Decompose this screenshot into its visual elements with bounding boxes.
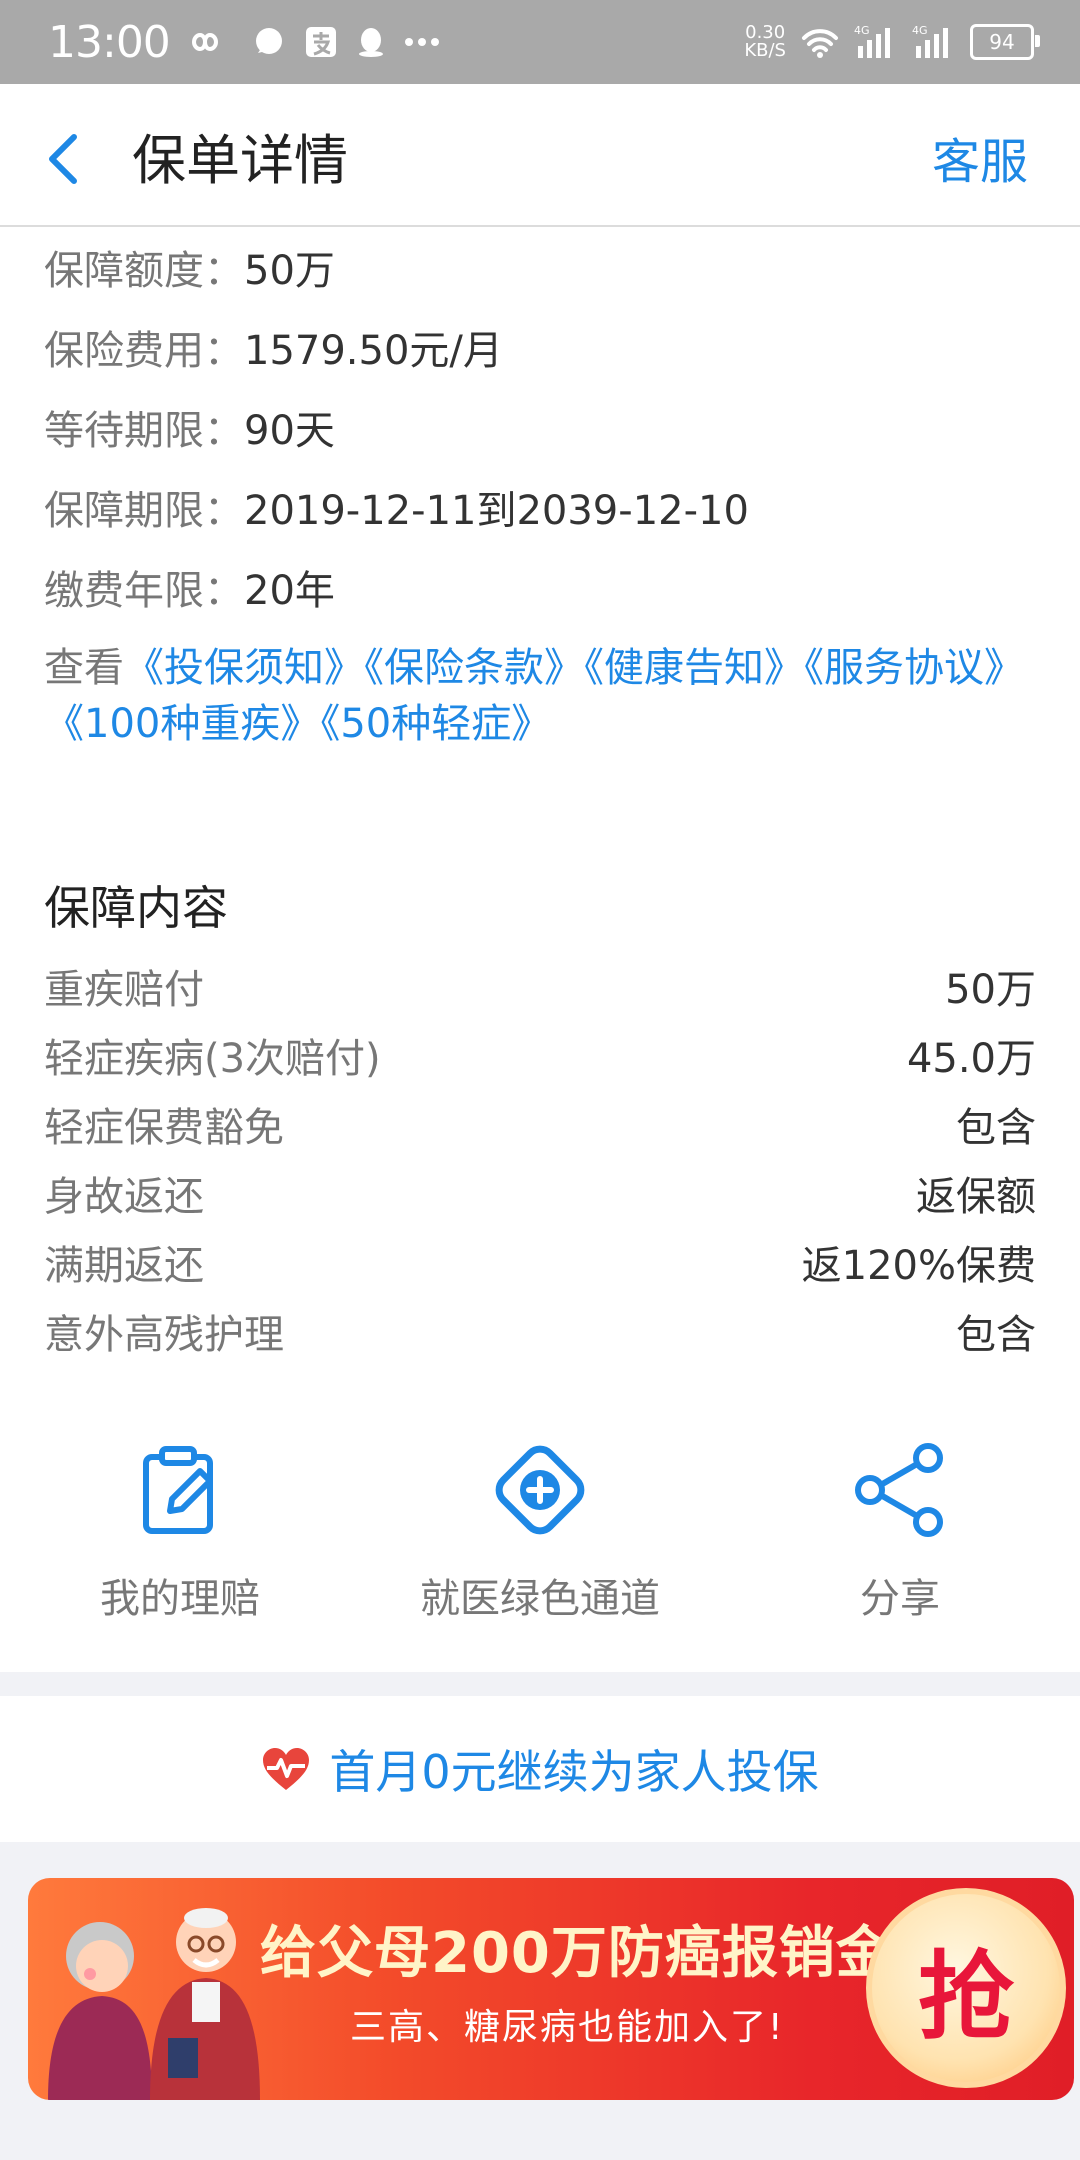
chat-bubble-icon [252, 25, 286, 59]
coverage-row: 轻症保费豁免 包含 [44, 1105, 1036, 1151]
doc-link-service[interactable]: 《服务协议》 [804, 645, 1024, 691]
info-coverage-period: 保障期限：2019-12-11到2039-12-10 [44, 488, 749, 534]
app-header: 保单详情 客服 [0, 84, 1080, 227]
elderly-parents-illustration [48, 1908, 260, 2100]
coverage-row: 重疾赔付 50万 [44, 967, 1036, 1013]
qq-icon [356, 25, 386, 59]
medical-green-channel-button[interactable]: 就医绿色通道 [390, 1440, 690, 1624]
network-speed: 0.30 KB/S [744, 22, 786, 61]
share-icon [855, 1443, 943, 1537]
section-divider [0, 1672, 1080, 1696]
signal-4g-icon: 4G [912, 24, 956, 60]
page-title: 保单详情 [132, 129, 348, 192]
banner-headline: 给父母200万防癌报销金 [260, 1921, 893, 1986]
doc-link-mild[interactable]: 《50种轻症》 [320, 701, 551, 747]
grab-button[interactable]: 抢 [866, 1888, 1066, 2088]
svg-text:4G: 4G [854, 24, 870, 37]
info-coverage-amount: 保障额度：50万 [44, 248, 335, 294]
doc-link-terms[interactable]: 《保险条款》 [364, 645, 584, 691]
back-button[interactable] [42, 124, 102, 194]
doc-link-health[interactable]: 《健康告知》 [584, 645, 804, 691]
coverage-section-title: 保障内容 [44, 881, 228, 935]
svg-text:4G: 4G [912, 24, 928, 37]
coverage-row: 满期返还 返120%保费 [44, 1243, 1036, 1289]
info-payment-years: 缴费年限：20年 [44, 568, 335, 614]
doc-link-critical[interactable]: 《100种重疾》 [44, 701, 320, 747]
wifi-icon [800, 26, 840, 58]
coverage-row: 轻症疾病(3次赔付) 45.0万 [44, 1036, 1036, 1082]
coverage-row: 意外高残护理 包含 [44, 1312, 1036, 1358]
battery-indicator: 94 [970, 24, 1040, 60]
alipay-icon [304, 25, 338, 59]
more-dots-icon [404, 37, 440, 47]
status-time: 13:00 [48, 16, 171, 68]
heart-pulse-icon [263, 1748, 310, 1790]
status-bar: 13:00 0.30 KB/S 4G 4G 94 [0, 0, 1080, 84]
coverage-row: 身故返还 返保额 [44, 1174, 1036, 1220]
family-insure-link[interactable]: 首月0元继续为家人投保 [0, 1696, 1080, 1842]
my-claims-button[interactable]: 我的理赔 [30, 1440, 330, 1624]
info-waiting-period: 等待期限：90天 [44, 408, 335, 454]
medical-plus-icon [495, 1445, 585, 1535]
cancer-fund-banner[interactable]: 给父母200万防癌报销金 三高、糖尿病也能加入了! 抢 [28, 1878, 1074, 2100]
action-bar: 我的理赔 就医绿色通道 分享 [0, 1440, 1080, 1622]
signal-4g-icon: 4G [854, 24, 898, 60]
share-button[interactable]: 分享 [750, 1440, 1050, 1624]
chevron-left-icon [49, 134, 77, 184]
banner-subline: 三高、糖尿病也能加入了! [350, 2007, 785, 2048]
clipboard-edit-icon [143, 1446, 213, 1534]
infinity-icon [188, 30, 234, 54]
customer-service-button[interactable]: 客服 [932, 122, 1028, 192]
policy-documents: 查看《投保须知》《保险条款》《健康告知》《服务协议》《100种重疾》《50种轻症… [44, 645, 1024, 747]
doc-link-notice[interactable]: 《投保须知》 [124, 645, 364, 691]
info-premium: 保险费用：1579.50元/月 [44, 328, 503, 374]
